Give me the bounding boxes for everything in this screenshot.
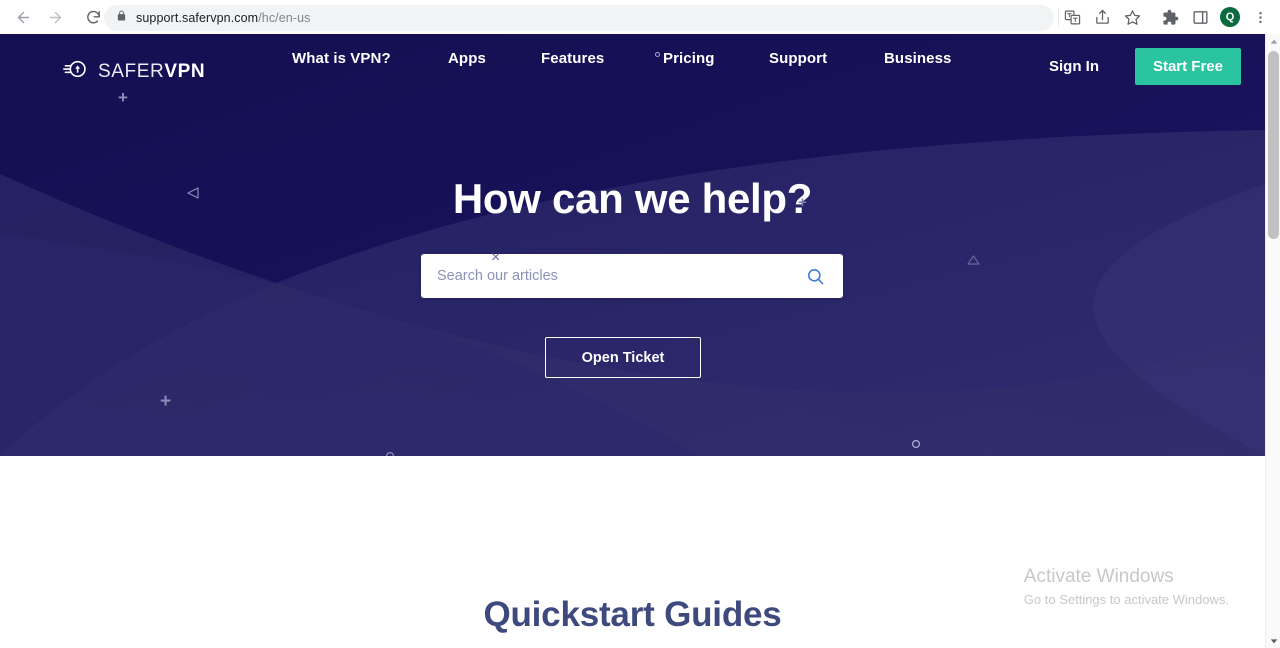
activate-windows-watermark: Activate Windows Go to Settings to activ… <box>1024 564 1229 609</box>
plus-mark-icon-right: + <box>798 194 807 211</box>
nav-item-business[interactable]: Business <box>884 50 952 67</box>
safervpn-shield-icon <box>63 56 89 87</box>
cross-mark-icon: × <box>491 249 501 266</box>
page-viewport: SAFERVPN + What is VPN? Apps Features Pr… <box>0 34 1265 648</box>
avatar[interactable]: Q <box>1216 3 1244 31</box>
site-logo[interactable]: SAFERVPN + <box>63 56 205 107</box>
back-button[interactable] <box>8 2 38 32</box>
plus-mark-icon-left: + <box>160 391 172 412</box>
search-icon[interactable] <box>804 267 827 286</box>
nav-item-apps[interactable]: Apps <box>448 50 486 67</box>
page-scrollbar[interactable] <box>1265 34 1280 648</box>
search-box[interactable] <box>421 254 843 298</box>
url-path: /hc/en-us <box>258 11 311 25</box>
quickstart-section: Quickstart Guides Activate Windows Go to… <box>0 456 1265 648</box>
nav-item-features[interactable]: Features <box>541 50 604 67</box>
extensions-puzzle-icon[interactable] <box>1156 3 1184 31</box>
watermark-title: Activate Windows <box>1023 566 1174 587</box>
lock-icon <box>116 9 127 27</box>
translate-icon[interactable] <box>1058 3 1086 31</box>
bookmark-star-icon[interactable] <box>1118 3 1146 31</box>
url-text: support.safervpn.com/hc/en-us <box>136 11 311 25</box>
circle-outline-icon-right <box>911 436 921 454</box>
nav-item-pricing[interactable]: Pricing <box>663 50 715 67</box>
logo-text-light: SAFER <box>98 60 165 82</box>
scroll-up-arrow-icon[interactable] <box>1266 34 1280 49</box>
nav-item-what-is-vpn[interactable]: What is VPN? <box>292 50 391 67</box>
logo-wordmark: SAFERVPN <box>98 61 205 83</box>
decorative-circle-icon <box>655 52 660 57</box>
forward-button[interactable] <box>40 2 70 32</box>
start-free-button[interactable]: Start Free <box>1134 48 1241 85</box>
profile-initial: Q <box>1220 7 1240 27</box>
triangle-up-icon <box>967 253 980 271</box>
site-navigation: SAFERVPN + What is VPN? Apps Features Pr… <box>0 34 1265 110</box>
toolbar-actions: Q <box>1058 0 1274 34</box>
url-host: support.safervpn.com <box>136 11 259 25</box>
circle-outline-icon-left <box>385 448 395 456</box>
open-ticket-button[interactable]: Open Ticket <box>545 337 701 378</box>
screen: support.safervpn.com/hc/en-us Q SAFERVPN… <box>0 0 1280 648</box>
triangle-left-icon <box>186 186 200 205</box>
browser-toolbar: support.safervpn.com/hc/en-us Q <box>0 0 1280 34</box>
hero-section: SAFERVPN + What is VPN? Apps Features Pr… <box>0 34 1265 456</box>
sign-in-link[interactable]: Sign In <box>1049 58 1099 75</box>
nav-item-support[interactable]: Support <box>769 50 827 67</box>
side-panel-icon[interactable] <box>1186 3 1214 31</box>
watermark-subtitle: Go to Settings to activate Windows. <box>1023 591 1229 607</box>
navigation-buttons <box>0 2 108 32</box>
chrome-menu-icon[interactable] <box>1246 3 1274 31</box>
search-input[interactable] <box>437 268 804 284</box>
logo-plus-mark: + <box>118 88 128 107</box>
address-bar[interactable]: support.safervpn.com/hc/en-us <box>104 5 1054 31</box>
logo-text-bold: VPN <box>164 60 206 82</box>
scroll-down-arrow-icon[interactable] <box>1266 633 1280 648</box>
scrollbar-thumb[interactable] <box>1268 51 1279 239</box>
share-icon[interactable] <box>1088 3 1116 31</box>
